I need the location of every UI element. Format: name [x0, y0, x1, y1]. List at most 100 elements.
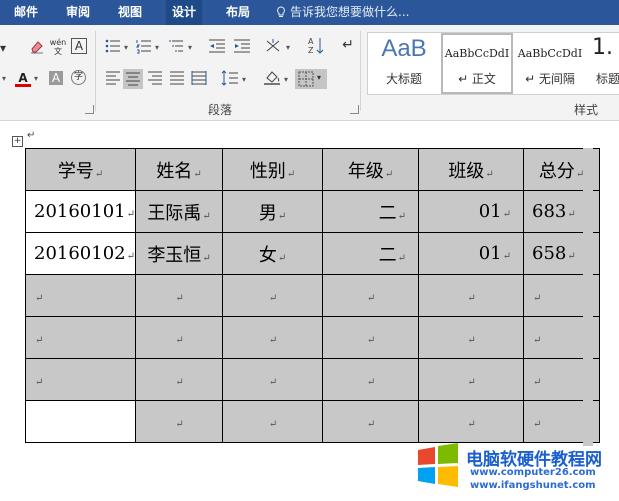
table-cell[interactable]: ↵: [24, 274, 137, 317]
style-heading[interactable]: 1. 标题: [587, 33, 619, 94]
paragraph-dialog-launcher-icon[interactable]: [350, 105, 359, 114]
table-cell[interactable]: ↵: [222, 400, 324, 443]
table-cell[interactable]: ↵: [135, 358, 224, 401]
table-cell[interactable]: ↵: [418, 316, 525, 359]
table-header-row: 学号↵ 姓名↵ 性别↵ 年级↵ 班级↵ 总分↵: [24, 148, 601, 191]
table-cell[interactable]: ↵: [322, 400, 420, 443]
tell-me-search[interactable]: 告诉我您想要做什么...: [276, 0, 409, 25]
table-row-empty: ↵ ↵ ↵ ↵ ↵ ↵: [24, 274, 601, 317]
tab-design[interactable]: 设计: [166, 0, 203, 25]
end-of-row-marks: [583, 148, 593, 446]
ribbon-tab-bar: 邮件 审阅 视图 设计 布局 告诉我您想要做什么...: [0, 0, 619, 25]
tell-me-text: 告诉我您想要做什么...: [290, 5, 410, 19]
tab-view[interactable]: 视图: [112, 0, 148, 25]
paragraph-group-label: 段落: [208, 103, 233, 117]
table-cell[interactable]: ↵: [135, 274, 224, 317]
shading-paint-icon[interactable]: [263, 69, 281, 87]
align-right-icon[interactable]: [146, 70, 164, 88]
table-cell[interactable]: ↵: [24, 358, 137, 401]
decrease-indent-icon[interactable]: [208, 38, 226, 56]
table-cell[interactable]: ↵: [24, 316, 137, 359]
caret-icon[interactable]: ▾: [188, 43, 192, 52]
table-cell[interactable]: ↵: [222, 316, 324, 359]
caret-icon[interactable]: ▾: [284, 75, 288, 84]
lightbulb-icon: [277, 6, 285, 17]
character-border-icon[interactable]: A: [71, 38, 87, 54]
table-move-handle-icon[interactable]: +: [12, 136, 23, 147]
table-cell[interactable]: ↵: [418, 358, 525, 401]
table-cell[interactable]: 01↵: [418, 190, 525, 233]
table-row-empty: ↵ ↵ ↵ ↵ ↵ ↵: [24, 358, 601, 401]
tab-layout[interactable]: 布局: [220, 0, 256, 25]
style-title[interactable]: AaB 大标题: [368, 33, 440, 94]
table-row: 20160101↵ 王际禹↵ 男↵ 二↵ 01↵ 683↵: [24, 190, 601, 233]
align-left-icon[interactable]: [104, 70, 122, 88]
caret-icon[interactable]: ▾: [286, 43, 290, 52]
table-cell[interactable]: [24, 400, 137, 443]
styles-gallery[interactable]: AaB 大标题 AaBbCcDdI ↵ 正文 AaBbCcDdI ↵ 无间隔 1…: [367, 32, 619, 95]
table-cell[interactable]: 二↵: [322, 232, 420, 275]
font-size-caret-icon[interactable]: ▾: [0, 39, 12, 57]
table-cell[interactable]: 20160101↵: [24, 190, 137, 233]
table-cell[interactable]: 李玉恒↵: [135, 232, 224, 275]
table-cell[interactable]: 王际禹↵: [135, 190, 224, 233]
style-no-spacing[interactable]: AaBbCcDdI ↵ 无间隔: [514, 33, 586, 94]
svg-text:A: A: [308, 37, 314, 46]
clear-formatting-icon[interactable]: [28, 38, 46, 56]
borders-button[interactable]: ▾: [295, 69, 327, 89]
table-cell[interactable]: 20160102↵: [24, 232, 137, 275]
table-cell[interactable]: ↵: [135, 316, 224, 359]
windows-logo-icon: [418, 443, 458, 487]
table-row-empty: ↵ ↵ ↵ ↵ ↵ ↵: [24, 316, 601, 359]
bullets-icon[interactable]: [104, 38, 122, 56]
font-dialog-launcher-icon[interactable]: [85, 105, 94, 114]
phonetic-guide-icon[interactable]: wén 文: [49, 38, 67, 56]
distributed-icon[interactable]: [190, 70, 208, 88]
show-hide-marks-icon[interactable]: ↵: [339, 36, 357, 54]
table-cell[interactable]: 男↵: [222, 190, 324, 233]
header-cell-id[interactable]: 学号↵: [24, 148, 137, 191]
table-cell[interactable]: ↵: [222, 358, 324, 401]
header-cell-grade[interactable]: 年级↵: [322, 148, 420, 191]
sort-icon[interactable]: AZ: [307, 36, 325, 55]
table-cell[interactable]: 女↵: [222, 232, 324, 275]
align-center-icon[interactable]: [123, 69, 143, 89]
watermark-logo: 电脑软硬件教程网 www.computer26.com www.ifangshu…: [414, 440, 614, 496]
chinese-layout-icon[interactable]: [265, 38, 283, 56]
tab-mailings[interactable]: 邮件: [8, 0, 44, 25]
caret-icon[interactable]: ▾: [242, 75, 246, 84]
character-shading-icon[interactable]: A: [49, 71, 63, 85]
table-cell[interactable]: ↵: [322, 316, 420, 359]
table-cell[interactable]: ↵: [418, 274, 525, 317]
table-cell[interactable]: ↵: [322, 274, 420, 317]
increase-indent-icon[interactable]: [233, 38, 251, 56]
style-normal[interactable]: AaBbCcDdI ↵ 正文: [441, 33, 513, 94]
multilevel-list-icon[interactable]: [167, 38, 185, 56]
ribbon-panel: ▾ wén 文 A ▾ A ▾ A 字 ▾ ▾ ▾ ▾ AZ ↵ ▾ ▾ ▾ 段…: [0, 25, 619, 121]
group-separator: [360, 31, 361, 111]
header-cell-class[interactable]: 班级↵: [418, 148, 525, 191]
student-table[interactable]: 学号↵ 姓名↵ 性别↵ 年级↵ 班级↵ 总分↵ 20160101↵ 王际禹↵ 男…: [24, 148, 601, 443]
tab-review[interactable]: 审阅: [60, 0, 96, 25]
caret-icon[interactable]: ▾: [155, 43, 159, 52]
table-cell[interactable]: ↵: [418, 400, 525, 443]
table-cell[interactable]: 二↵: [322, 190, 420, 233]
table-cell[interactable]: ↵: [135, 400, 224, 443]
numbering-icon[interactable]: [135, 38, 153, 56]
header-cell-gender[interactable]: 性别↵: [222, 148, 324, 191]
font-color-icon[interactable]: A: [14, 69, 32, 87]
caret-icon[interactable]: ▾: [34, 74, 38, 83]
table-row: 20160102↵ 李玉恒↵ 女↵ 二↵ 01↵ 658↵: [24, 232, 601, 275]
header-cell-name[interactable]: 姓名↵: [135, 148, 224, 191]
table-cell[interactable]: ↵: [322, 358, 420, 401]
line-spacing-icon[interactable]: [221, 70, 239, 88]
paragraph-mark: ↵: [27, 130, 36, 141]
table-cell[interactable]: ↵: [222, 274, 324, 317]
enclose-characters-icon[interactable]: 字: [71, 70, 86, 85]
justify-icon[interactable]: [168, 70, 186, 88]
caret-icon: ▾: [317, 73, 322, 82]
caret-icon[interactable]: ▾: [2, 74, 6, 83]
table-cell[interactable]: 01↵: [418, 232, 525, 275]
group-separator: [95, 31, 96, 111]
caret-icon[interactable]: ▾: [124, 43, 128, 52]
